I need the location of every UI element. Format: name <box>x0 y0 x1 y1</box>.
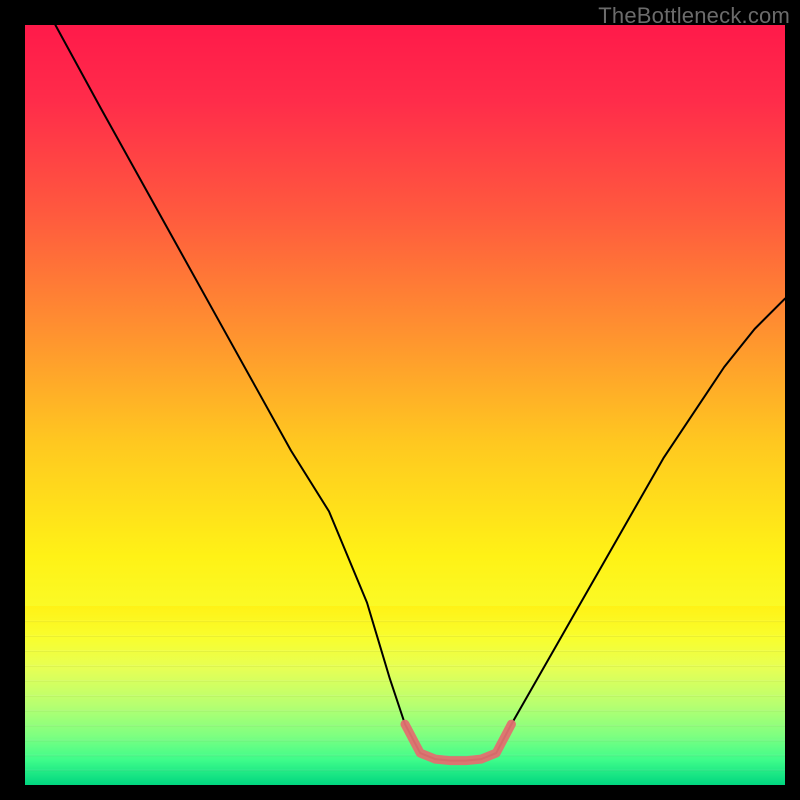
chart-stage: TheBottleneck.com <box>0 0 800 800</box>
plot-area <box>25 25 785 785</box>
bottleneck-chart <box>25 25 785 785</box>
watermark-text: TheBottleneck.com <box>598 3 790 29</box>
